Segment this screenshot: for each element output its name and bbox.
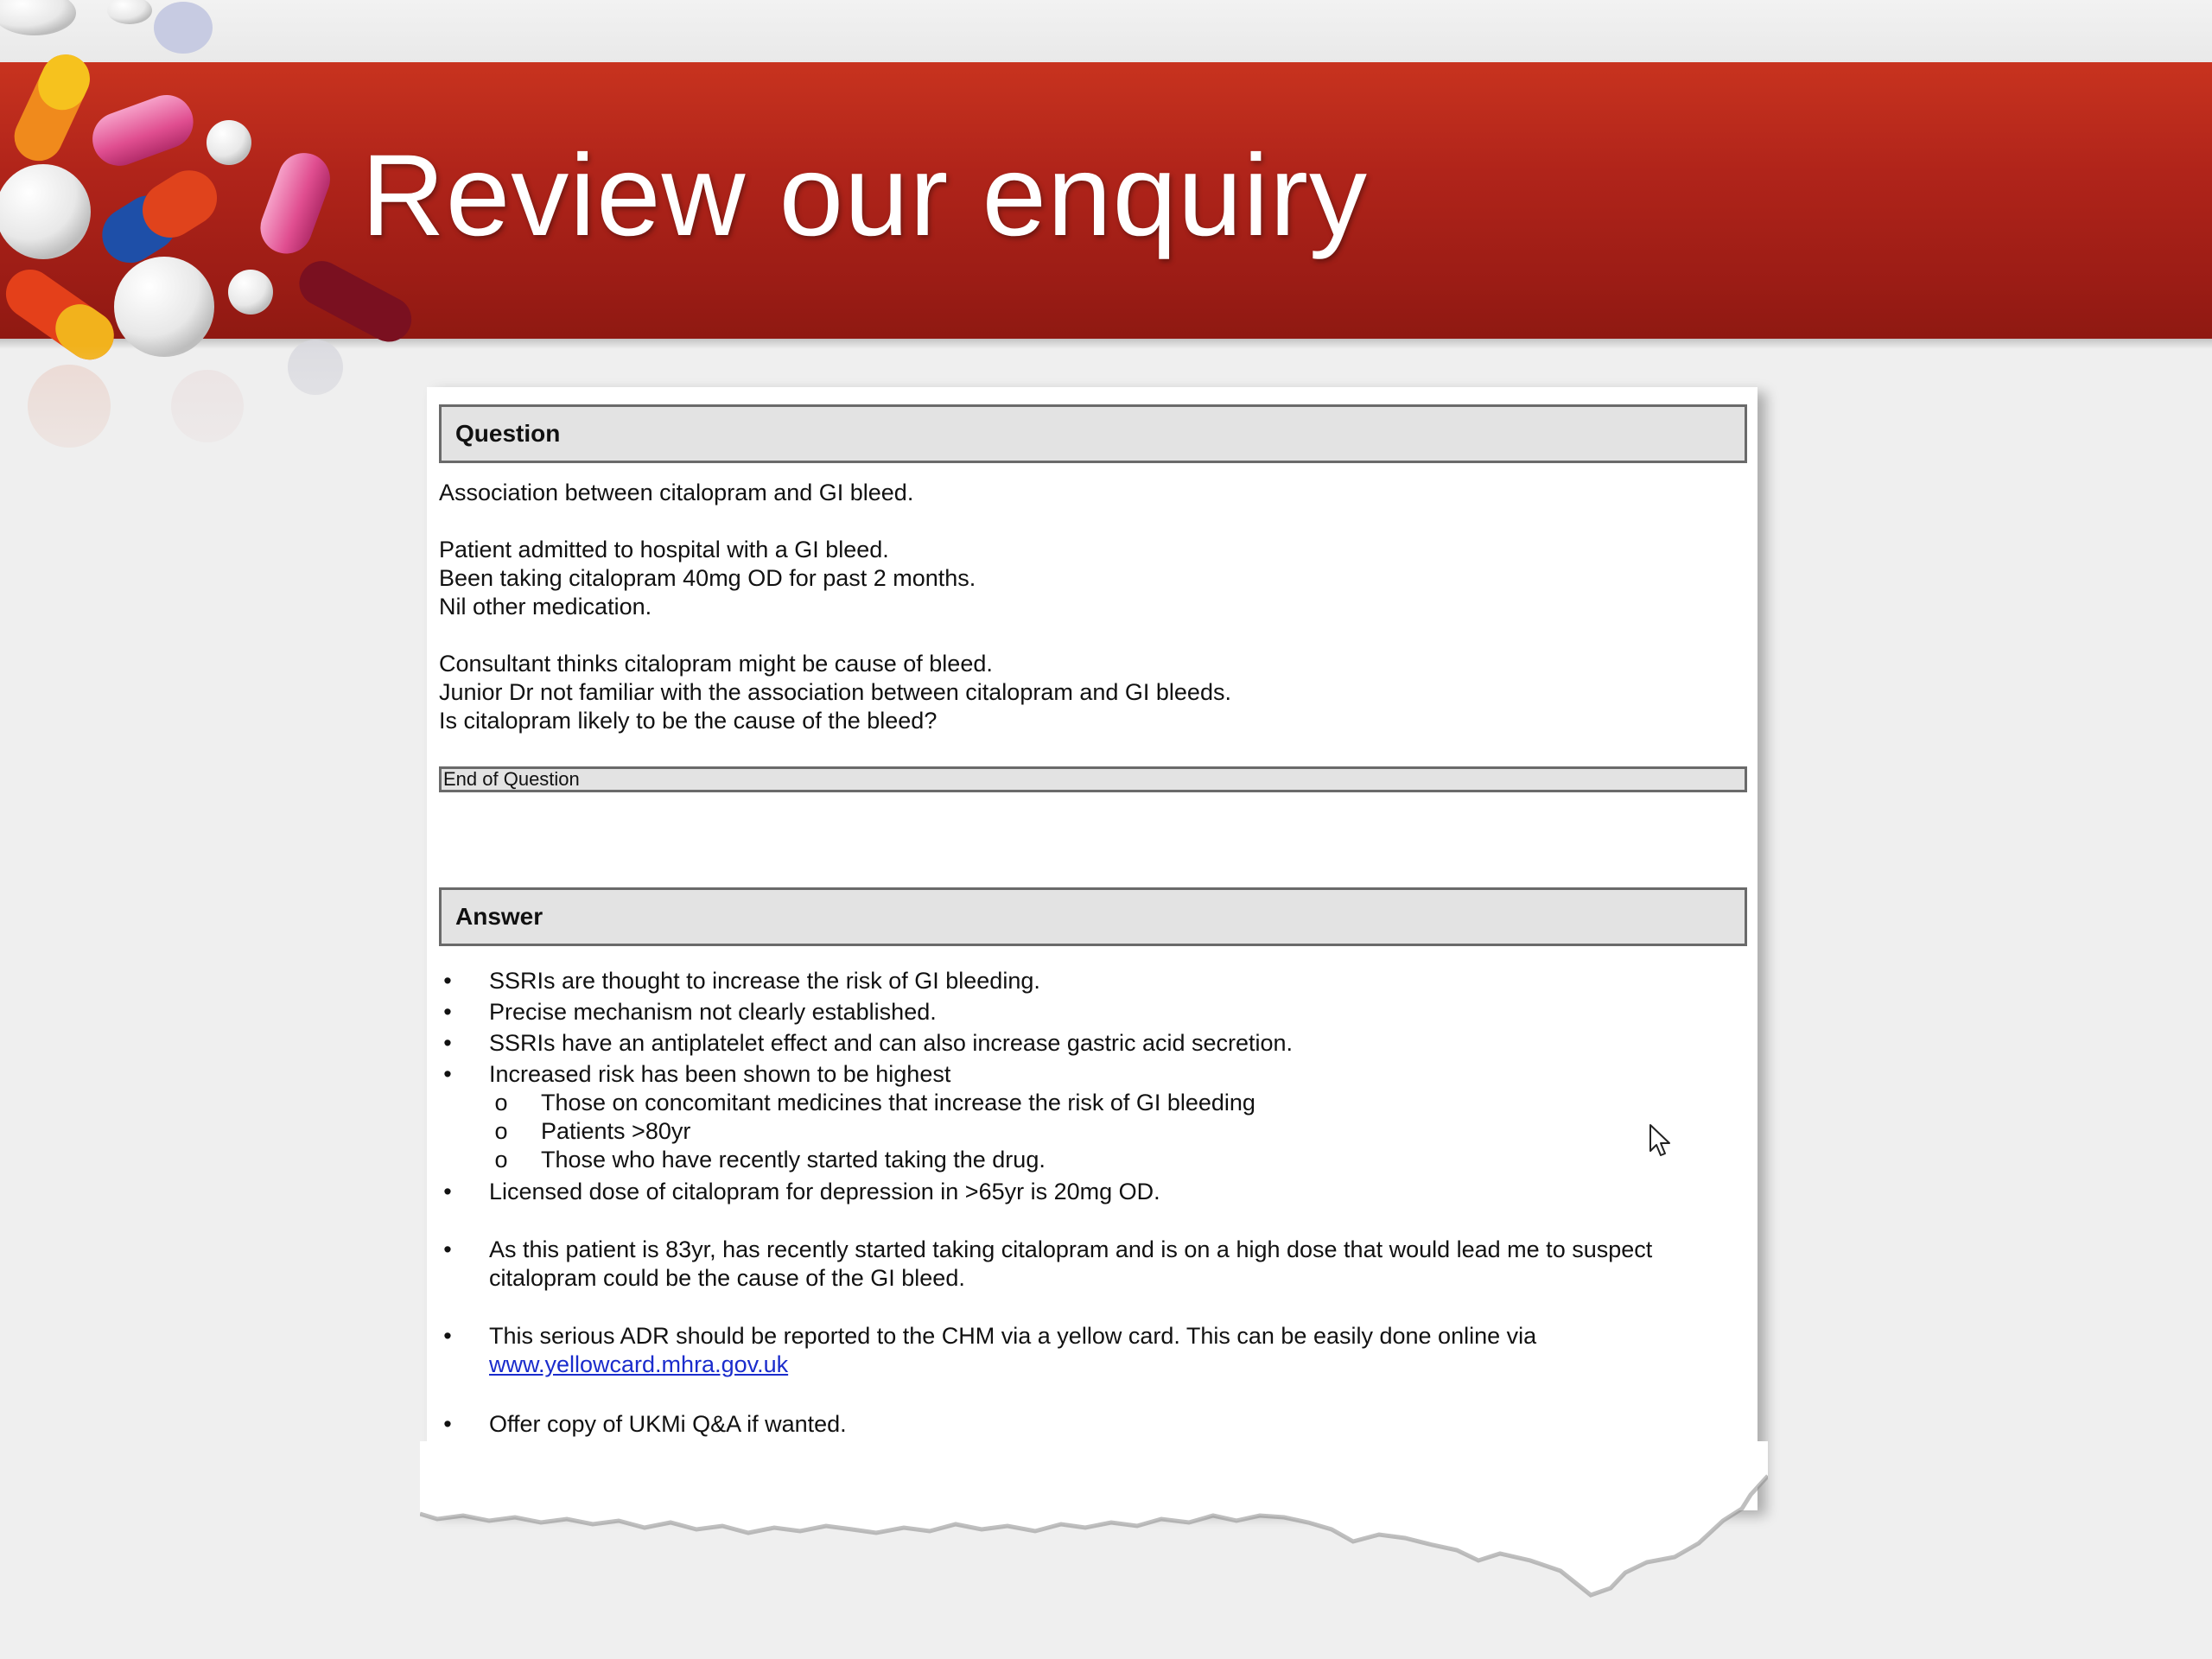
answer-item: • SSRIs have an antiplatelet effect and …	[439, 1029, 1752, 1058]
answer-text: Licensed dose of citalopram for depressi…	[489, 1179, 1160, 1205]
slide-title: Review our enquiry	[361, 131, 1368, 260]
sub-item-text: Those who have recently started taking t…	[541, 1147, 1046, 1173]
sub-item: o Those who have recently started taking…	[439, 1146, 1752, 1174]
bullet-icon: •	[443, 1179, 452, 1205]
circle-bullet-icon: o	[494, 1090, 508, 1116]
answer-item: • Precise mechanism not clearly establis…	[439, 998, 1752, 1027]
bullet-icon: •	[443, 1323, 452, 1349]
answer-item: • Increased risk has been shown to be hi…	[439, 1060, 1752, 1089]
banner-shadow	[0, 339, 2212, 349]
bullet-icon: •	[443, 1236, 452, 1262]
top-strip	[0, 0, 2212, 62]
question-header: Question	[439, 404, 1747, 463]
answer-item: • SSRIs are thought to increase the risk…	[439, 967, 1752, 995]
question-line: Junior Dr not familiar with the associat…	[439, 679, 1231, 705]
document-page: Question Association between citalopram …	[420, 387, 1775, 1614]
answer-text: Offer copy of UKMi Q&A if wanted.	[489, 1411, 847, 1437]
answer-item: • Licensed dose of citalopram for depres…	[439, 1178, 1752, 1206]
bullet-icon: •	[443, 1411, 452, 1437]
question-line: Association between citalopram and GI bl…	[439, 480, 914, 505]
end-of-question-bar: End of Question	[439, 766, 1747, 792]
sub-item: o Patients >80yr	[439, 1117, 1752, 1146]
mouse-pointer-icon	[1649, 1124, 1670, 1156]
sub-item: o Those on concomitant medicines that in…	[439, 1089, 1752, 1117]
answer-text: Precise mechanism not clearly establishe…	[489, 999, 937, 1025]
answer-text: As this patient is 83yr, has recently st…	[489, 1236, 1653, 1262]
torn-edge-decoration	[420, 1441, 1768, 1598]
answer-list: • SSRIs are thought to increase the risk…	[439, 967, 1752, 1439]
enquiry-document: Question Association between citalopram …	[439, 404, 1752, 1439]
answer-text: SSRIs have an antiplatelet effect and ca…	[489, 1030, 1294, 1056]
bullet-icon: •	[443, 999, 452, 1025]
sub-list-container: o Those on concomitant medicines that in…	[439, 1089, 1752, 1174]
answer-text: Increased risk has been shown to be high…	[489, 1061, 951, 1087]
answer-item: • As this patient is 83yr, has recently …	[439, 1236, 1752, 1293]
answer-item: • This serious ADR should be reported to…	[439, 1322, 1752, 1379]
sub-list: o Those on concomitant medicines that in…	[439, 1089, 1752, 1174]
answer-text: SSRIs are thought to increase the risk o…	[489, 968, 1040, 994]
question-line: Nil other medication.	[439, 594, 652, 620]
question-line: Patient admitted to hospital with a GI b…	[439, 537, 889, 563]
question-line: Consultant thinks citalopram might be ca…	[439, 651, 993, 677]
bullet-icon: •	[443, 1030, 452, 1056]
bullet-icon: •	[443, 968, 452, 994]
bullet-icon: •	[443, 1061, 452, 1087]
answer-text: citalopram could be the cause of the GI …	[489, 1265, 965, 1291]
circle-bullet-icon: o	[494, 1118, 508, 1144]
question-line: Been taking citalopram 40mg OD for past …	[439, 565, 976, 591]
answer-header: Answer	[439, 887, 1747, 946]
question-line: Is citalopram likely to be the cause of …	[439, 708, 938, 734]
answer-text: This serious ADR should be reported to t…	[489, 1323, 1537, 1349]
sub-item-text: Those on concomitant medicines that incr…	[541, 1090, 1255, 1116]
yellowcard-link[interactable]: www.yellowcard.mhra.gov.uk	[489, 1351, 788, 1377]
answer-item: • Offer copy of UKMi Q&A if wanted.	[439, 1410, 1752, 1439]
sub-item-text: Patients >80yr	[541, 1118, 691, 1144]
circle-bullet-icon: o	[494, 1147, 508, 1173]
